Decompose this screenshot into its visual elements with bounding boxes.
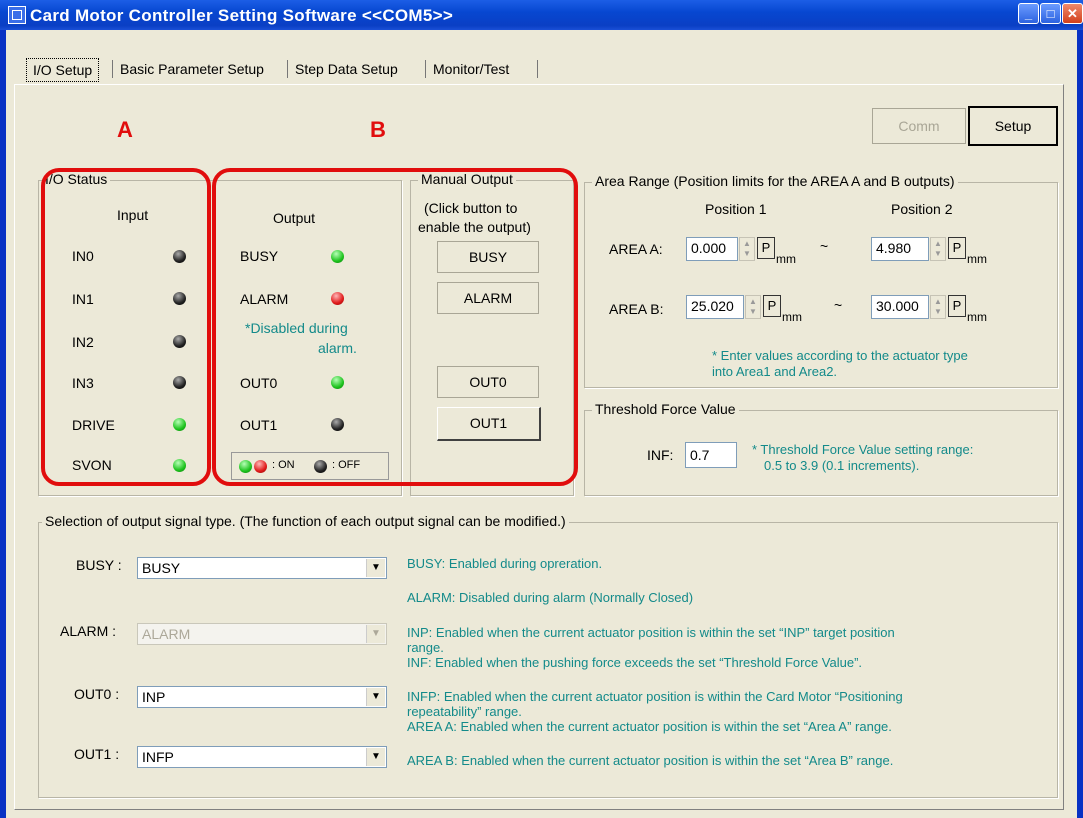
- maximize-icon: □: [1046, 6, 1055, 21]
- comm-button[interactable]: Comm: [872, 108, 966, 144]
- annotation-label-b: B: [370, 117, 386, 142]
- area-note-line2: into Area1 and Area2.: [712, 364, 838, 379]
- area-b-position2-p-button[interactable]: P: [948, 295, 966, 317]
- window-border-right: [1077, 30, 1083, 818]
- busy-signal-select[interactable]: BUSY ▼: [137, 557, 387, 579]
- chevron-down-icon: ▼: [366, 625, 385, 643]
- area-b-position1-p-button[interactable]: P: [763, 295, 781, 317]
- chevron-down-icon[interactable]: ▼: [366, 559, 385, 577]
- close-button[interactable]: ✕: [1062, 3, 1083, 24]
- out1-select-value: INFP: [142, 749, 174, 765]
- maximize-button[interactable]: □: [1040, 3, 1061, 24]
- desc-inp-cont: range.: [407, 640, 444, 655]
- tab-separator: [425, 60, 426, 78]
- app-icon: [8, 6, 26, 24]
- minimize-icon: _: [1024, 6, 1033, 21]
- inf-label: INF:: [647, 447, 674, 463]
- desc-infp-cont: repeatability” range.: [407, 704, 522, 719]
- out0-select-value: INP: [142, 689, 166, 705]
- tab-separator: [287, 60, 288, 78]
- threshold-inf-input[interactable]: 0.7: [685, 442, 737, 468]
- alarm-select-value: ALARM: [142, 626, 191, 642]
- threshold-note-line1: * Threshold Force Value setting range:: [752, 442, 974, 457]
- annotation-ring-b: [212, 168, 578, 486]
- busy-select-label: BUSY :: [76, 557, 122, 573]
- area-a-label: AREA A:: [609, 241, 663, 257]
- unit-mm: mm: [967, 310, 987, 324]
- tab-separator: [537, 60, 538, 78]
- out1-select-label: OUT1 :: [74, 746, 120, 762]
- window-title: Card Motor Controller Setting Software <…: [30, 6, 454, 25]
- annotation-label-a: A: [117, 117, 133, 142]
- annotation-ring-a: [41, 168, 211, 486]
- chevron-down-icon[interactable]: ▼: [366, 748, 385, 766]
- area-b-position1-input[interactable]: 25.020: [686, 295, 744, 319]
- busy-select-value: BUSY: [142, 560, 181, 576]
- desc-area-b: AREA B: Enabled when the current actuato…: [407, 753, 894, 768]
- tilde: ~: [834, 297, 843, 313]
- area-a-position1-spinner[interactable]: ▲ ▼: [739, 237, 755, 261]
- area-b-position1-spinner[interactable]: ▲ ▼: [745, 295, 761, 319]
- threshold-legend: Threshold Force Value: [592, 401, 739, 417]
- chevron-down-icon[interactable]: ▼: [366, 688, 385, 706]
- minimize-button[interactable]: _: [1018, 3, 1039, 24]
- area-b-position2-input[interactable]: 30.000: [871, 295, 929, 319]
- tab-monitor-test[interactable]: Monitor/Test: [427, 58, 515, 80]
- threshold-note-line2: 0.5 to 3.9 (0.1 increments).: [764, 458, 920, 473]
- area-a-position2-p-button[interactable]: P: [948, 237, 966, 259]
- title-bar[interactable]: Card Motor Controller Setting Software <…: [0, 0, 1083, 30]
- tab-basic-parameter-setup[interactable]: Basic Parameter Setup: [114, 58, 270, 80]
- unit-mm: mm: [776, 252, 796, 266]
- out0-select-label: OUT0 :: [74, 686, 120, 702]
- tab-step-data-setup[interactable]: Step Data Setup: [289, 58, 404, 80]
- close-icon: ✕: [1067, 6, 1078, 21]
- position1-header: Position 1: [705, 201, 767, 217]
- desc-inp: INP: Enabled when the current actuator p…: [407, 625, 895, 640]
- desc-area-a: AREA A: Enabled when the current actuato…: [407, 719, 892, 734]
- area-a-position2-spinner[interactable]: ▲ ▼: [930, 237, 946, 261]
- area-a-position1-input[interactable]: 0.000: [686, 237, 738, 261]
- area-a-position1-p-button[interactable]: P: [757, 237, 775, 259]
- desc-infp: INFP: Enabled when the current actuator …: [407, 689, 903, 704]
- area-b-position2-spinner[interactable]: ▲ ▼: [930, 295, 946, 319]
- area-a-position2-input[interactable]: 4.980: [871, 237, 929, 261]
- alarm-select-label: ALARM :: [60, 623, 117, 639]
- alarm-signal-select: ALARM ▼: [137, 623, 387, 645]
- desc-busy: BUSY: Enabled during opreration.: [407, 556, 603, 571]
- desc-inf: INF: Enabled when the pushing force exce…: [407, 655, 863, 670]
- setup-button[interactable]: Setup: [968, 106, 1058, 146]
- tab-io-setup[interactable]: I/O Setup: [26, 58, 100, 82]
- out1-signal-select[interactable]: INFP ▼: [137, 746, 387, 768]
- area-b-label: AREA B:: [609, 301, 664, 317]
- out0-signal-select[interactable]: INP ▼: [137, 686, 387, 708]
- tilde: ~: [820, 238, 829, 254]
- position2-header: Position 2: [891, 201, 953, 217]
- selection-legend: Selection of output signal type. (The fu…: [42, 513, 569, 529]
- tab-separator: [112, 60, 113, 78]
- unit-mm: mm: [782, 310, 802, 324]
- unit-mm: mm: [967, 252, 987, 266]
- desc-alarm: ALARM: Disabled during alarm (Normally C…: [407, 590, 694, 605]
- area-range-legend: Area Range (Position limits for the AREA…: [592, 173, 958, 189]
- area-note-line1: * Enter values according to the actuator…: [712, 348, 968, 363]
